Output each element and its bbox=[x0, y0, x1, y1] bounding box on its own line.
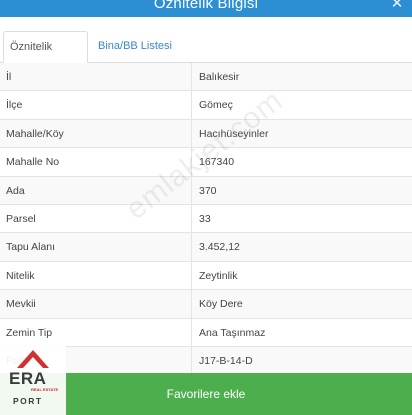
dialog-title: Öznitelik Bilgisi bbox=[153, 0, 259, 12]
column-divider bbox=[191, 176, 192, 204]
attribute-row: Nitelik Zeytinlik bbox=[0, 261, 412, 291]
attribute-value: Balıkesir bbox=[199, 71, 240, 83]
tab-bina-bb-listesi[interactable]: Bina/BB Listesi bbox=[92, 31, 178, 63]
attribute-row: Mevkii Köy Dere bbox=[0, 290, 412, 319]
dialog-header: Öznitelik Bilgisi ✕ bbox=[0, 0, 412, 17]
attribute-key: Mahalle No bbox=[6, 156, 60, 169]
column-divider bbox=[191, 346, 192, 375]
era-logo: ERA REAL ESTATE PORT bbox=[0, 340, 66, 415]
attribute-key: İlçe bbox=[6, 99, 23, 112]
attribute-row: İlçe Gömeç bbox=[0, 91, 412, 120]
attribute-value: Gömeç bbox=[199, 99, 233, 112]
attribute-row: Tapu Alanı 3.452,12 bbox=[0, 233, 412, 262]
column-divider bbox=[191, 261, 192, 290]
attribute-table: İl Balıkesir İlçe Gömeç Mahalle/Köy Hacıhüsey… bbox=[0, 63, 412, 376]
attribute-key: Nitelik bbox=[6, 269, 35, 282]
attribute-value: Ana Taşınmaz bbox=[199, 326, 266, 339]
attribute-value: 33 bbox=[199, 212, 211, 225]
column-divider bbox=[191, 119, 192, 148]
column-divider bbox=[191, 91, 192, 119]
column-divider bbox=[191, 204, 192, 233]
logo-wordmark: ERA bbox=[9, 369, 47, 388]
attribute-value: 167340 bbox=[199, 156, 235, 169]
attribute-key: İl bbox=[6, 71, 12, 83]
attribute-key: Ada bbox=[6, 184, 25, 197]
close-icon[interactable]: ✕ bbox=[388, 0, 406, 13]
attribute-row: Ada 370 bbox=[0, 176, 412, 205]
column-divider bbox=[191, 233, 192, 261]
attribute-key: Parsel bbox=[6, 212, 36, 225]
column-divider bbox=[191, 290, 192, 318]
attribute-value: Köy Dere bbox=[199, 298, 243, 311]
attribute-row: İl Balıkesir bbox=[0, 63, 412, 92]
attribute-value: 3.452,12 bbox=[199, 241, 240, 254]
attribute-row: Parsel 33 bbox=[0, 204, 412, 234]
logo-tagline: REAL ESTATE bbox=[31, 387, 59, 392]
column-divider bbox=[191, 318, 192, 346]
attribute-key: Tapu Alanı bbox=[6, 241, 56, 254]
attribute-value: J17-B-14-D bbox=[199, 354, 253, 367]
attribute-value: Zeytinlik bbox=[199, 269, 238, 282]
tab-bar: Öznitelik Bilgisi Bina/BB Listesi bbox=[0, 17, 412, 83]
attribute-value: Hacıhüseyinler bbox=[199, 127, 269, 140]
attribute-value: 370 bbox=[199, 184, 217, 197]
attribute-key: Mevkii bbox=[6, 298, 36, 311]
column-divider bbox=[191, 148, 192, 176]
house-roof-icon bbox=[17, 350, 49, 368]
tab-oznitelik-bilgisi[interactable]: Öznitelik Bilgisi bbox=[3, 31, 88, 83]
attribute-row: Mahalle No 167340 bbox=[0, 148, 412, 177]
logo-sub-wordmark: PORT bbox=[13, 396, 43, 406]
attribute-row: Mahalle/Köy Hacıhüseyinler bbox=[0, 119, 412, 149]
attribute-key: Mahalle/Köy bbox=[6, 127, 64, 140]
column-divider bbox=[191, 63, 192, 91]
